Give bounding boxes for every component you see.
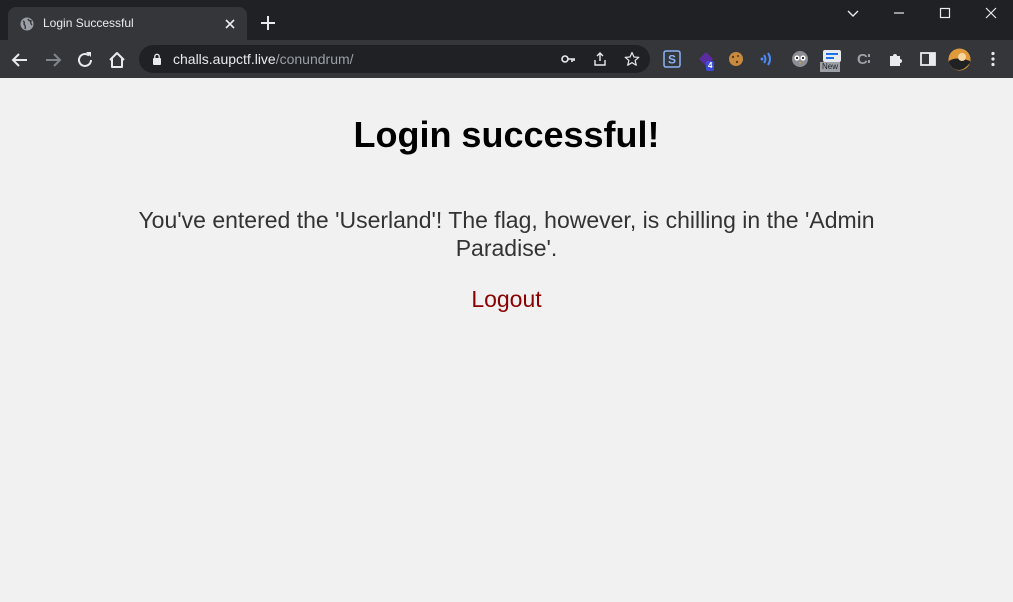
extension-new-icon[interactable]: New [820, 49, 844, 73]
key-icon[interactable] [560, 51, 576, 67]
extension-count-badge: 4 [706, 61, 715, 71]
page-content: Login successful! You've entered the 'Us… [0, 78, 1013, 602]
page-heading: Login successful! [353, 114, 660, 155]
extension-new-badge: New [820, 62, 841, 72]
bookmark-star-icon[interactable] [624, 51, 640, 67]
lock-icon[interactable] [152, 53, 162, 65]
minimize-icon[interactable] [889, 6, 909, 22]
status-message: You've entered the 'Userland'! The flag,… [138, 207, 875, 261]
extension-screen-icon [823, 50, 841, 62]
extension-c-icon[interactable]: C [855, 50, 873, 68]
tab-active[interactable]: Login Successful [8, 7, 247, 41]
extension-purple-icon[interactable]: 4 [697, 50, 719, 72]
home-icon[interactable] [106, 49, 128, 71]
share-icon[interactable] [592, 51, 608, 67]
url-path: /conundrum/ [275, 51, 354, 67]
tab-search-chevron-icon[interactable] [843, 6, 863, 22]
back-icon[interactable] [9, 49, 31, 71]
owl-icon[interactable] [791, 50, 809, 68]
svg-text:S: S [668, 53, 676, 67]
extension-s-icon[interactable]: S [663, 50, 681, 68]
tab-close-icon[interactable] [221, 15, 239, 33]
browser-chrome: Login Successful challs.aupctf.live/conu… [0, 0, 1013, 78]
logout-link[interactable]: Logout [0, 286, 1013, 313]
url-text[interactable]: challs.aupctf.live/conundrum/ [173, 51, 354, 67]
close-window-icon[interactable] [981, 6, 1001, 22]
svg-text:C: C [857, 51, 868, 68]
new-tab-icon[interactable] [258, 13, 278, 33]
extensions-puzzle-icon[interactable] [887, 50, 905, 68]
globe-icon [20, 17, 34, 31]
forward-icon[interactable] [42, 49, 64, 71]
maximize-icon[interactable] [935, 6, 955, 22]
broadcast-icon[interactable] [759, 50, 777, 68]
profile-avatar[interactable] [948, 48, 971, 71]
reload-icon[interactable] [74, 49, 96, 71]
url-host: challs.aupctf.live [173, 51, 276, 67]
tab-title: Login Successful [43, 16, 134, 30]
tab-strip: Login Successful [0, 0, 1013, 41]
address-bar[interactable]: challs.aupctf.live/conundrum/ [139, 45, 650, 73]
menu-kebab-icon[interactable] [984, 50, 1002, 68]
cookie-icon[interactable] [727, 50, 745, 68]
side-panel-icon[interactable] [919, 50, 937, 68]
